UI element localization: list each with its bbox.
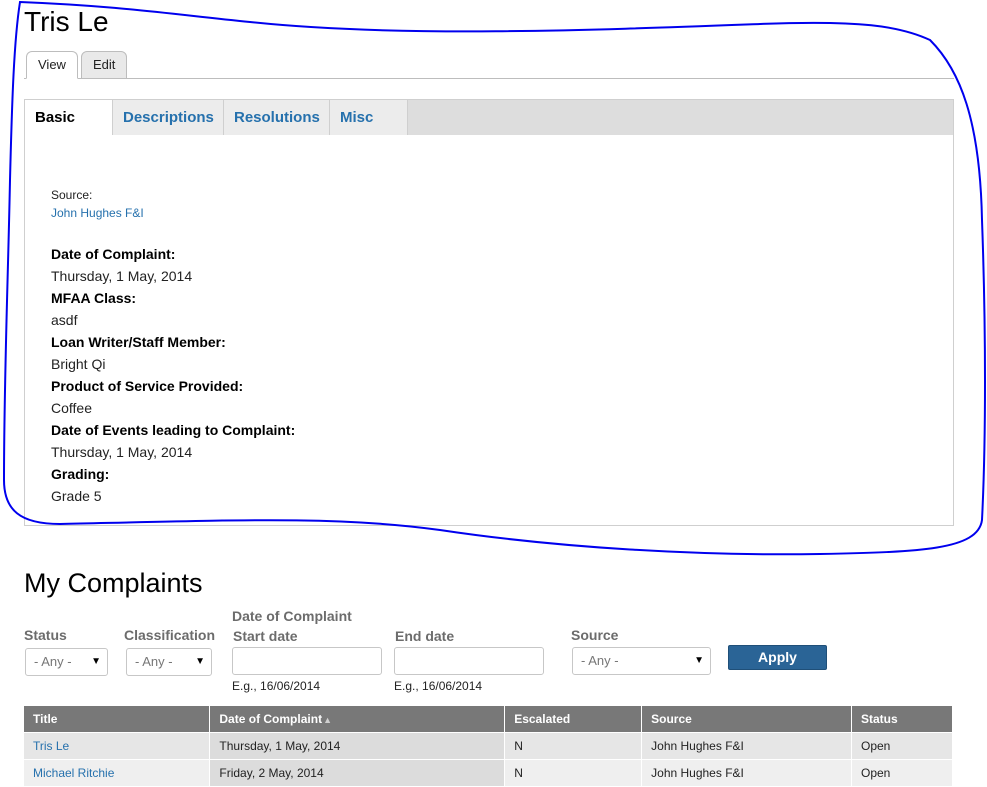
field-label-date-of-complaint: Date of Complaint: bbox=[51, 246, 176, 262]
table-row: Tris Le Thursday, 1 May, 2014 N John Hug… bbox=[24, 731, 953, 759]
cell-title: Michael Ritchie bbox=[24, 758, 211, 786]
status-select-value: - Any - bbox=[34, 654, 72, 669]
node-detail-panel: Basic info Descriptions Resolutions Misc… bbox=[24, 99, 954, 526]
field-value-grading: Grade 5 bbox=[51, 488, 102, 504]
caret-down-icon: ▼ bbox=[195, 656, 205, 667]
tab-edit[interactable]: Edit bbox=[81, 51, 128, 79]
cell-date: Thursday, 1 May, 2014 bbox=[209, 731, 506, 759]
tab-content: Source: John Hughes F&I Date of Complain… bbox=[25, 135, 953, 525]
column-header-date[interactable]: Date of Complaint▲ bbox=[209, 706, 506, 732]
column-header-title[interactable]: Title bbox=[24, 706, 211, 732]
cell-title: Tris Le bbox=[24, 731, 211, 759]
classification-select[interactable]: - Any - ▼ bbox=[126, 648, 212, 676]
source-label: Source: bbox=[51, 188, 93, 202]
classification-select-value: - Any - bbox=[135, 654, 173, 669]
table-header-row: Title Date of Complaint▲ Escalated Sourc… bbox=[24, 706, 953, 732]
source-select-value: - Any - bbox=[581, 653, 619, 668]
page-title: Tris Le bbox=[24, 6, 109, 37]
start-date-label: Start date bbox=[233, 628, 298, 644]
tab-misc[interactable]: Misc bbox=[330, 100, 408, 135]
status-select[interactable]: - Any - ▼ bbox=[25, 648, 108, 676]
column-header-source[interactable]: Source bbox=[641, 706, 852, 732]
section-heading: My Complaints bbox=[24, 568, 203, 598]
end-date-label: End date bbox=[395, 628, 455, 644]
source-select[interactable]: - Any - ▼ bbox=[572, 647, 711, 675]
end-date-input[interactable] bbox=[394, 647, 544, 675]
cell-source: John Hughes F&I bbox=[641, 731, 852, 759]
tab-basic-info[interactable]: Basic info bbox=[25, 100, 113, 161]
column-header-escalated[interactable]: Escalated bbox=[504, 706, 643, 732]
cell-status: Open bbox=[851, 731, 953, 759]
classification-filter-label: Classification bbox=[124, 627, 216, 643]
field-label-grading: Grading: bbox=[51, 466, 110, 482]
field-value-date-of-complaint: Thursday, 1 May, 2014 bbox=[51, 268, 193, 284]
field-label-loan-writer: Loan Writer/Staff Member: bbox=[51, 334, 226, 350]
column-header-status[interactable]: Status bbox=[851, 706, 953, 732]
field-value-loan-writer: Bright Qi bbox=[51, 356, 106, 372]
tab-view[interactable]: View bbox=[26, 51, 78, 79]
caret-down-icon: ▼ bbox=[694, 655, 704, 666]
apply-button[interactable]: Apply bbox=[728, 645, 827, 670]
field-label-product: Product of Service Provided: bbox=[51, 378, 244, 394]
complaints-table: Title Date of Complaint▲ Escalated Sourc… bbox=[24, 706, 953, 786]
cell-date: Friday, 2 May, 2014 bbox=[209, 758, 506, 786]
primary-tabs: View Edit bbox=[24, 50, 954, 79]
row-title-link[interactable]: Michael Ritchie bbox=[33, 766, 114, 780]
source-link[interactable]: John Hughes F&I bbox=[51, 206, 144, 220]
start-date-hint: E.g., 16/06/2014 bbox=[232, 679, 321, 693]
tab-resolutions[interactable]: Resolutions bbox=[224, 100, 330, 135]
status-filter-label: Status bbox=[24, 627, 67, 643]
end-date-hint: E.g., 16/06/2014 bbox=[394, 679, 483, 693]
tab-descriptions[interactable]: Descriptions bbox=[113, 100, 224, 135]
table-row: Michael Ritchie Friday, 2 May, 2014 N Jo… bbox=[24, 758, 953, 786]
field-label-date-of-events: Date of Events leading to Complaint: bbox=[51, 422, 296, 438]
cell-escalated: N bbox=[504, 731, 643, 759]
date-filter-group-label: Date of Complaint bbox=[232, 608, 352, 624]
field-value-mfaa-class: asdf bbox=[51, 312, 78, 328]
field-label-mfaa-class: MFAA Class: bbox=[51, 290, 137, 306]
start-date-input[interactable] bbox=[232, 647, 382, 675]
cell-source: John Hughes F&I bbox=[641, 758, 852, 786]
sort-ascending-icon: ▲ bbox=[323, 714, 332, 725]
column-header-date-label: Date of Complaint bbox=[219, 711, 323, 726]
field-value-date-of-events: Thursday, 1 May, 2014 bbox=[51, 444, 193, 460]
field-value-product: Coffee bbox=[51, 400, 92, 416]
cell-escalated: N bbox=[504, 758, 643, 786]
field-list: Date of Complaint: Thursday, 1 May, 2014… bbox=[51, 243, 295, 507]
source-filter-label: Source bbox=[571, 627, 619, 643]
caret-down-icon: ▼ bbox=[91, 656, 101, 667]
vertical-tabs: Basic info Descriptions Resolutions Misc bbox=[25, 100, 953, 161]
cell-status: Open bbox=[851, 758, 953, 786]
row-title-link[interactable]: Tris Le bbox=[33, 739, 69, 753]
